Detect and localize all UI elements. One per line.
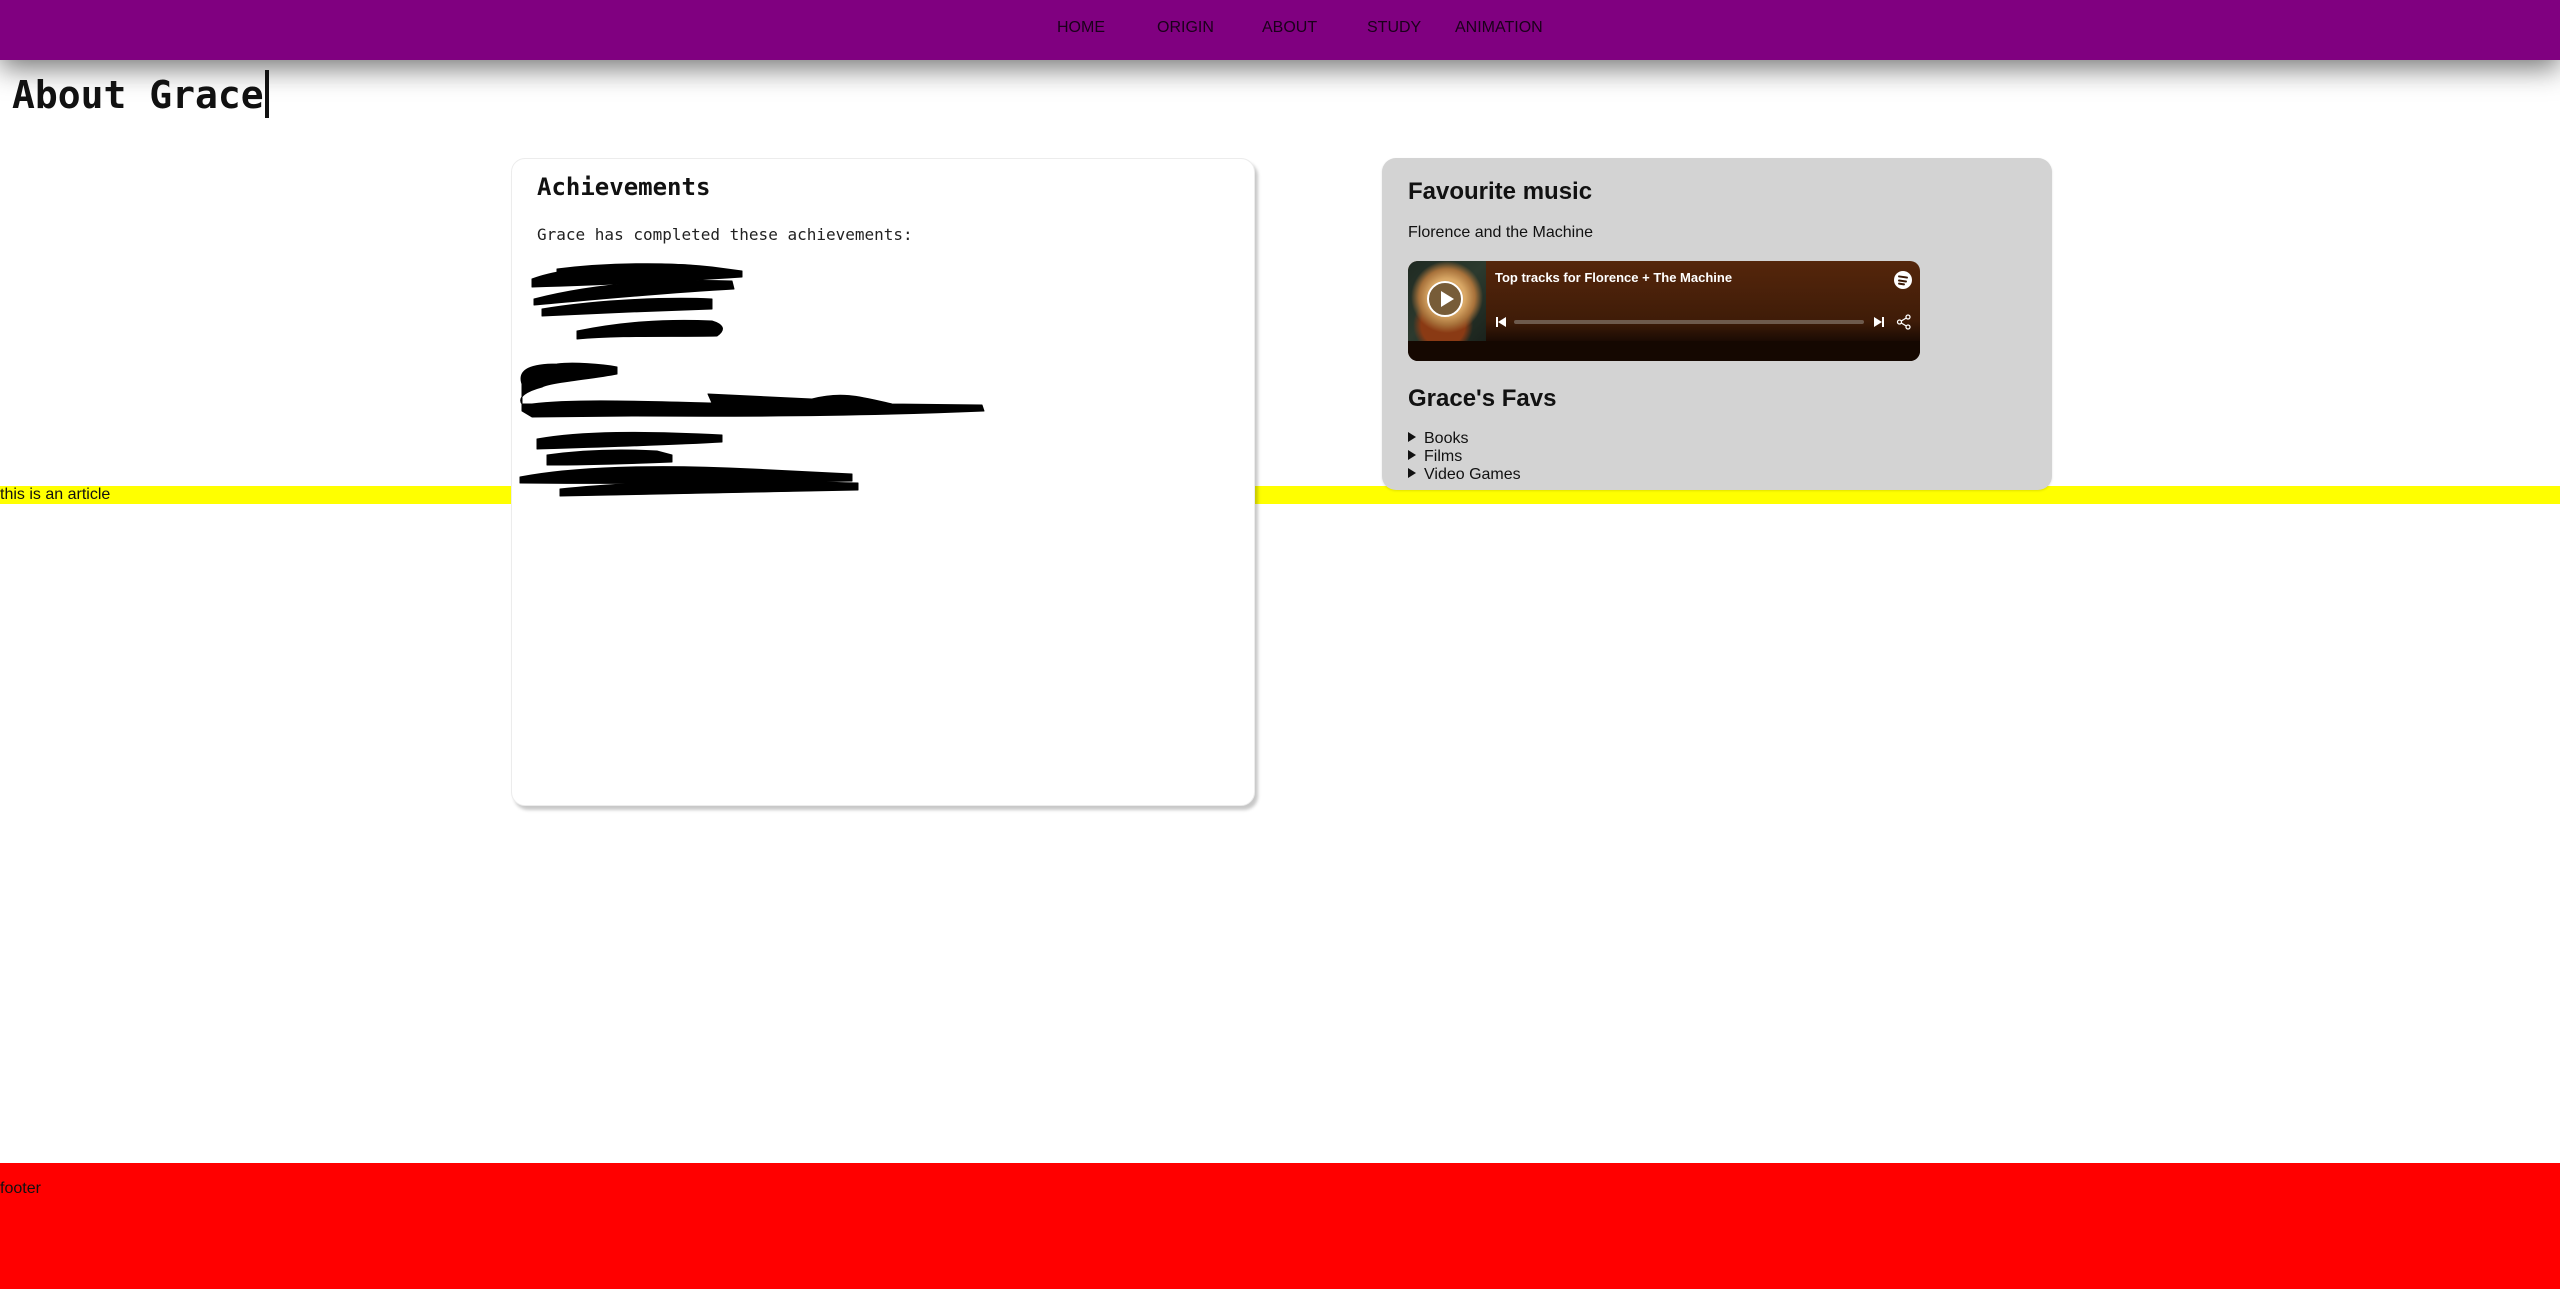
favs-item-films[interactable]: Films [1408,448,1521,466]
favs-item-label: Books [1424,430,1469,447]
spotify-embed-player: Top tracks for Florence + The Machine [1408,261,1920,361]
favourites-card: Favourite music Florence and the Machine… [1382,158,2052,490]
favs-item-books[interactable]: Books [1408,430,1521,448]
graces-favs-heading: Grace's Favs [1408,385,1557,412]
achievements-card: Achievements Grace has completed these a… [511,158,1255,806]
favourite-music-heading: Favourite music [1408,178,1593,205]
artist-name: Florence and the Machine [1408,224,1593,241]
nav-link-study[interactable]: STUDY [1367,19,1421,37]
play-icon[interactable] [1427,281,1463,317]
player-footer-bar [1408,341,1920,361]
disclosure-triangle-icon [1408,468,1416,478]
favs-list: Books Films Video Games [1408,430,1521,484]
share-icon[interactable] [1896,314,1912,330]
redaction-mark [546,449,673,466]
redaction-mark [519,466,853,484]
page-title-text: About Grace [12,73,264,117]
favs-item-label: Films [1424,448,1463,465]
redaction-scribble [519,263,985,497]
nav-link-animation[interactable]: ANIMATION [1455,19,1543,37]
nav-link-about[interactable]: ABOUT [1262,19,1317,37]
page-title: About Grace [12,67,269,123]
article-strip: this is an article [0,486,2560,504]
spotify-logo-icon[interactable] [1894,271,1912,289]
progress-bar[interactable] [1514,320,1864,324]
skip-next-icon[interactable] [1874,317,1884,327]
favs-item-video-games[interactable]: Video Games [1408,466,1521,484]
page-footer: footer [0,1163,2560,1289]
article-text: this is an article [0,486,111,503]
nav-link-home[interactable]: HOME [1057,19,1105,37]
nav-link-origin[interactable]: ORIGIN [1157,19,1214,37]
player-title[interactable]: Top tracks for Florence + The Machine [1495,270,1732,285]
redaction-mark [536,431,723,450]
skip-previous-icon[interactable] [1496,317,1506,327]
redaction-mark [576,319,723,340]
disclosure-triangle-icon [1408,432,1416,442]
footer-text: footer [0,1180,41,1197]
favs-item-label: Video Games [1424,466,1521,483]
redaction-mark [520,362,985,418]
disclosure-triangle-icon [1408,450,1416,460]
text-cursor [264,69,269,118]
top-navbar: HOME ORIGIN ABOUT STUDY ANIMATION [0,0,2560,60]
